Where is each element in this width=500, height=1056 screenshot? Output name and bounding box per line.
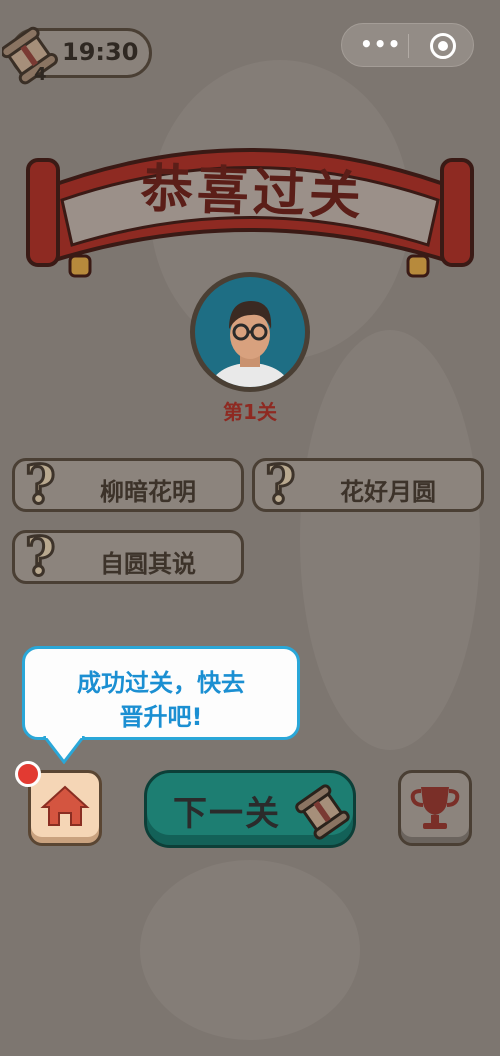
miniprogram-capsule: ••• [341,23,474,67]
avatar-portrait [210,301,290,387]
scroll-badge: 4 [34,64,47,85]
bubble-text-line1: 成功过关，快去 [77,669,245,697]
scroll-icon [295,784,350,840]
home-icon [40,785,90,826]
bubble-tail [42,736,86,764]
idiom-button[interactable]: ? 花好月圆 [252,455,484,515]
idiom-label: 自圆其说 [100,550,196,578]
timer-text: 19:30 [62,38,139,66]
leaderboard-button[interactable] [398,770,472,846]
notification-dot [15,761,41,787]
idiom-label: 花好月圆 [340,478,436,506]
home-button[interactable] [28,770,102,846]
capsule-divider [408,34,409,58]
idiom-button[interactable]: ? 柳暗花明 [12,455,244,515]
next-level-label: 下一关 [173,794,281,834]
background-shape [140,860,360,1040]
level-label: 第1关 [223,400,277,424]
close-target-icon[interactable] [430,33,456,59]
scroll-icon: 4 [2,26,58,85]
idiom-label: 柳暗花明 [100,478,196,506]
banner-title: 恭喜过关 [139,159,366,227]
background-shape [300,330,480,750]
bubble-text-line2: 晋升吧! [119,703,203,731]
idiom-button[interactable]: ? 自圆其说 [12,527,244,587]
speech-bubble: 成功过关，快去 晋升吧! [22,646,300,740]
next-level-button[interactable]: 下一关 [144,770,356,848]
avatar [190,272,310,392]
more-icon[interactable]: ••• [360,32,401,56]
trophy-icon [410,787,460,829]
